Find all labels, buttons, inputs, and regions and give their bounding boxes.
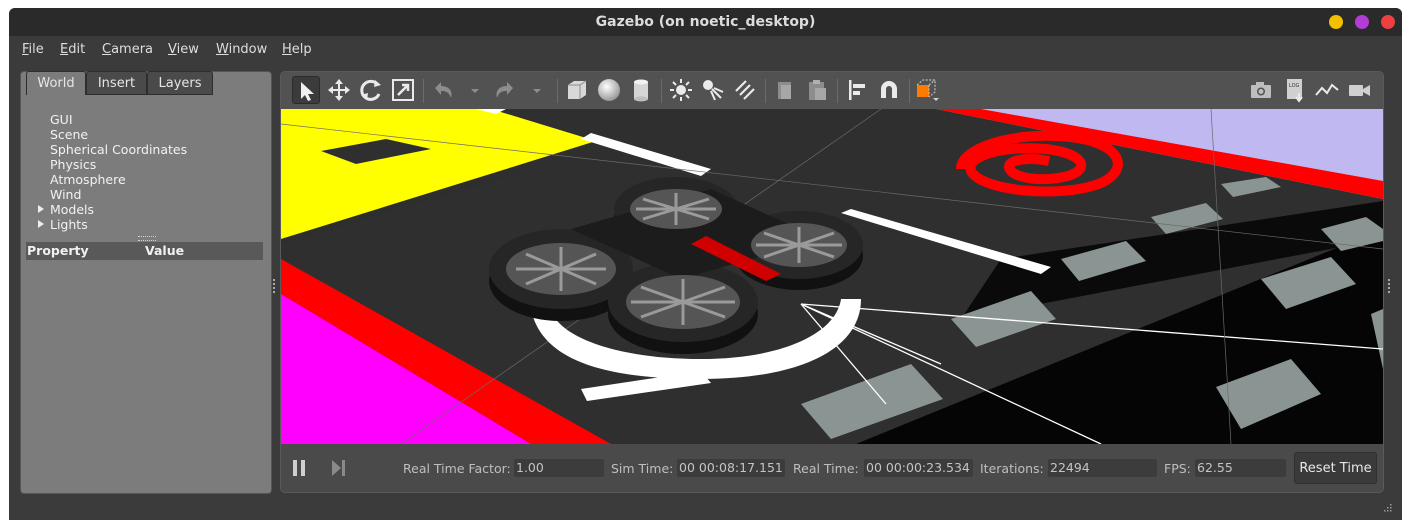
box-icon[interactable] — [563, 76, 591, 104]
spot-light-icon[interactable] — [699, 76, 727, 104]
real-time-factor-field: 1.00 — [514, 459, 604, 477]
screenshot-icon[interactable] — [1247, 76, 1275, 104]
expand-arrow-icon[interactable] — [38, 205, 44, 213]
menu-view[interactable]: View — [168, 42, 199, 57]
select-arrow-icon[interactable] — [292, 76, 320, 104]
record-video-icon[interactable] — [1345, 76, 1373, 104]
plot-icon[interactable] — [1313, 76, 1341, 104]
right-splitter-grip[interactable] — [1388, 279, 1394, 293]
toolbar-separator — [423, 79, 424, 103]
menu-camera[interactable]: Camera — [102, 42, 153, 57]
point-light-icon[interactable] — [667, 76, 695, 104]
paste-icon[interactable] — [803, 76, 831, 104]
tab-world[interactable]: World — [26, 71, 86, 95]
maximize-button[interactable] — [1355, 15, 1369, 29]
splitter-handle[interactable] — [138, 236, 156, 241]
menu-edit[interactable]: Edit — [60, 42, 85, 57]
sphere-icon[interactable] — [595, 76, 623, 104]
redo-dropdown-icon[interactable] — [523, 76, 541, 104]
viewport-frame: LOG Real Time Factor: 1.00 Sim Time: 00 … — [280, 71, 1384, 493]
expand-arrow-icon[interactable] — [38, 220, 44, 228]
directional-light-icon[interactable] — [731, 76, 759, 104]
pause-icon[interactable] — [292, 459, 306, 477]
window-title: Gazebo (on noetic_desktop) — [595, 14, 816, 30]
align-icon[interactable] — [843, 76, 871, 104]
step-icon[interactable] — [331, 459, 347, 477]
iterations-field: 22494 — [1048, 459, 1157, 477]
toolbar-separator — [837, 79, 838, 103]
sim-time-label: Sim Time: — [611, 461, 674, 476]
translate-icon[interactable] — [325, 76, 353, 104]
gazebo-window: Gazebo (on noetic_desktop) File Edit Cam… — [9, 8, 1402, 520]
menu-bar: File Edit Camera View Window Help — [9, 38, 1402, 62]
tree-item-models[interactable]: Models — [38, 202, 94, 217]
copy-icon[interactable] — [771, 76, 799, 104]
tab-insert[interactable]: Insert — [86, 71, 147, 95]
real-time-label: Real Time: — [793, 461, 859, 476]
menu-window[interactable]: Window — [216, 42, 267, 57]
redo-icon[interactable] — [491, 76, 519, 104]
toolbar: LOG — [281, 72, 1383, 109]
property-header: Property Value — [26, 242, 263, 260]
menu-help[interactable]: Help — [282, 42, 312, 57]
title-bar[interactable]: Gazebo (on noetic_desktop) — [9, 8, 1402, 36]
minimize-button[interactable] — [1329, 15, 1343, 29]
menu-file[interactable]: File — [22, 42, 44, 57]
undo-dropdown-icon[interactable] — [461, 76, 479, 104]
tree-item-gui[interactable]: GUI — [50, 112, 73, 127]
view-angle-icon[interactable] — [913, 76, 941, 104]
svg-text:LOG: LOG — [1289, 83, 1300, 89]
sim-time-field: 00 00:08:17.151 — [677, 459, 785, 477]
undo-icon[interactable] — [429, 76, 457, 104]
reset-time-button[interactable]: Reset Time — [1294, 452, 1377, 484]
tree-item-spherical-coordinates[interactable]: Spherical Coordinates — [50, 142, 187, 157]
iterations-label: Iterations: — [980, 461, 1044, 476]
bottom-status-bar: Real Time Factor: 1.00 Sim Time: 00 00:0… — [281, 444, 1383, 492]
tree-item-atmosphere[interactable]: Atmosphere — [50, 172, 126, 187]
tree-item-scene[interactable]: Scene — [50, 127, 88, 142]
left-panel: World Insert Layers GUI Scene Spherical … — [20, 71, 272, 494]
rotate-icon[interactable] — [357, 76, 385, 104]
cylinder-icon[interactable] — [627, 76, 655, 104]
toolbar-separator — [765, 79, 766, 103]
toolbar-separator — [557, 79, 558, 103]
scale-icon[interactable] — [389, 76, 417, 104]
toolbar-separator — [909, 79, 910, 103]
log-icon[interactable]: LOG — [1281, 76, 1309, 104]
close-button[interactable] — [1381, 15, 1395, 29]
fps-field: 62.55 — [1195, 459, 1286, 477]
tree-item-physics[interactable]: Physics — [50, 157, 96, 172]
value-column-header: Value — [145, 243, 185, 258]
property-column-header: Property — [27, 243, 89, 258]
tree-item-lights[interactable]: Lights — [38, 217, 88, 232]
resize-grip[interactable] — [1381, 500, 1393, 512]
real-time-factor-label: Real Time Factor: — [403, 461, 511, 476]
tab-layers[interactable]: Layers — [147, 71, 213, 95]
fps-label: FPS: — [1164, 461, 1191, 476]
3d-viewport[interactable] — [281, 108, 1383, 445]
real-time-field: 00 00:00:23.534 — [864, 459, 973, 477]
toolbar-separator — [661, 79, 662, 103]
left-splitter-grip[interactable] — [273, 279, 279, 293]
snap-magnet-icon[interactable] — [875, 76, 903, 104]
tree-item-wind[interactable]: Wind — [50, 187, 81, 202]
